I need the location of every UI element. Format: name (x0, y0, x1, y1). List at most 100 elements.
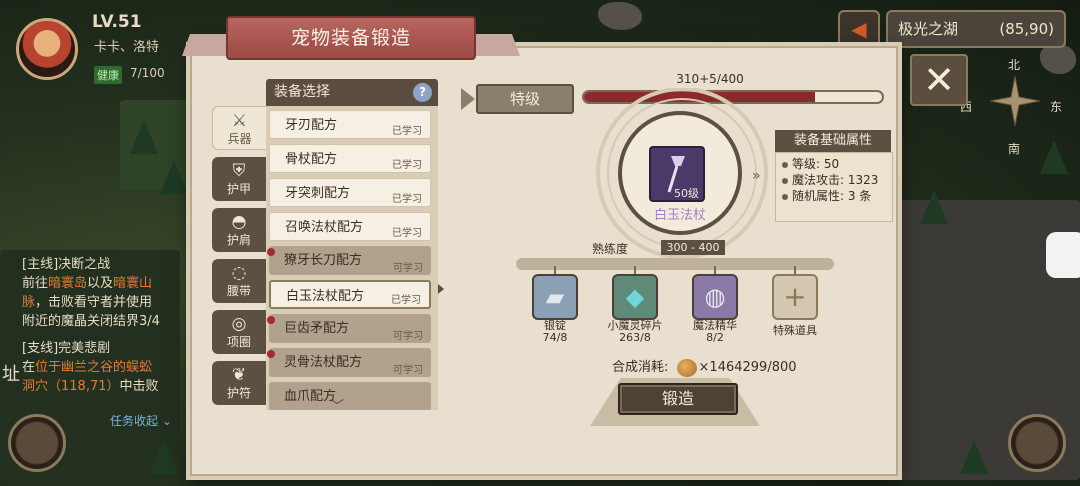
tab-label: 项圈 (226, 335, 251, 349)
equipment-select-title: 装备选择 (274, 84, 330, 100)
side-app-badge[interactable] (1046, 232, 1080, 278)
tab-collar[interactable]: ◎ 项圈 (212, 310, 266, 354)
bullet-icon (782, 161, 788, 168)
material-count: 74/8 (542, 331, 568, 344)
tab-belt[interactable]: ◌ 腰带 (212, 259, 266, 303)
recipe-item[interactable]: 白玉法杖配方 已学习 (269, 280, 431, 309)
location-coordinates: (85,90) (999, 20, 1054, 38)
recipe-status: 已学习 (392, 194, 422, 205)
recipe-item[interactable]: 牙突刺配方已学习 (269, 178, 431, 207)
recipe-status: 已学习 (392, 228, 422, 239)
material-count: 8/2 (706, 331, 724, 344)
player-level: LV.51 (92, 12, 142, 32)
player-avatar[interactable] (16, 18, 78, 80)
list-scroll-down-icon[interactable]: ﹀ (330, 396, 344, 416)
new-indicator-dot (267, 248, 275, 256)
tree (150, 440, 178, 474)
item-name: 白玉法杖 (653, 208, 706, 223)
tree (920, 190, 948, 224)
bullet-icon (782, 193, 788, 200)
recipe-name: 灵骨法杖配方 (284, 355, 363, 370)
recipe-list[interactable]: 牙刃配方 已学习 骨杖配方 已学习 牙突刺配方 已学习 召唤法杖配方 已学习 獠牙长刀配方 可学习… (266, 106, 438, 410)
tab-amulet[interactable]: ❦ 护符 (212, 361, 266, 405)
attribute-row: 等级: 50 (782, 156, 886, 172)
quest-collapse-toggle[interactable]: 任务收起 ⌄ (110, 412, 172, 429)
recipe-item[interactable]: 巨齿矛配方可学习 (267, 314, 431, 343)
tree (960, 440, 988, 474)
attributes-panel: 等级: 50 魔法攻击: 1323 随机属性: 3 条 (775, 152, 893, 222)
chevron-down-icon: ⌄ (161, 414, 172, 428)
recipe-item[interactable]: 獠牙长刀配方可学习 (267, 246, 431, 275)
recipe-name: 骨杖配方 (285, 152, 338, 167)
amulet-icon: ❦ (231, 365, 247, 385)
attribute-text: 魔法攻击: 1323 (792, 173, 879, 187)
silver-ingot-slot[interactable]: ▰ (532, 274, 578, 320)
quest-edge-character: 址 (2, 364, 20, 385)
dialog-title: 宠物装备锻造 (226, 16, 476, 60)
new-indicator-dot (267, 350, 275, 358)
recipe-name: 血爪配方 (284, 389, 337, 404)
compass-rose-icon (990, 76, 1040, 126)
tab-armor[interactable]: ⛨ 护甲 (212, 157, 266, 201)
recipe-status: 已学习 (392, 160, 422, 171)
recipe-item[interactable]: 召唤法杖配方 已学习 (269, 212, 431, 241)
recipe-item[interactable]: 血爪配方 (269, 382, 431, 410)
tree (160, 160, 188, 194)
collar-icon: ◎ (231, 314, 247, 334)
magic-essence-slot[interactable]: ◍ (692, 274, 738, 320)
sword-icon: ⚔ (231, 111, 248, 131)
close-button[interactable]: ✕ (910, 54, 968, 106)
item-level: 50级 (674, 187, 699, 200)
recipe-name: 牙刃配方 (285, 118, 338, 133)
attribute-row: 随机属性: 3 条 (782, 188, 886, 204)
location-name: 极光之湖 (898, 20, 959, 38)
add-slot[interactable]: + (772, 274, 818, 320)
armor-icon: ⛨ (232, 161, 246, 181)
compass: 北 东 西 南 (950, 56, 1070, 166)
tab-label: 护符 (226, 386, 251, 400)
cost-value: ×1464299/800 (698, 360, 797, 375)
compass-south: 南 (1008, 142, 1021, 156)
proficiency-value: 300 - 400 (661, 240, 725, 255)
recipe-status: 可学习 (393, 331, 423, 342)
location-display[interactable]: 极光之湖 (85,90) (886, 10, 1066, 48)
tab-shoulder[interactable]: ◓ 护肩 (212, 208, 266, 252)
crystal-shard-slot[interactable]: ◆ (612, 274, 658, 320)
tab-label: 护肩 (226, 233, 251, 247)
recipe-status: 可学习 (393, 263, 423, 274)
shoulder-icon: ◓ (231, 212, 247, 232)
bullet-icon (782, 177, 788, 184)
recipe-status: 可学习 (393, 365, 423, 376)
dialog-title-ribbon: 宠物装备锻造 (181, 16, 521, 60)
player-status-card[interactable]: LV.51 卡卡、洛特 健康 7/100 (8, 8, 188, 88)
attribute-row: 魔法攻击: 1323 (782, 172, 886, 188)
map-menu-button[interactable] (8, 414, 66, 472)
compass-east: 东 (1050, 100, 1063, 114)
recipe-item[interactable]: 牙刃配方 已学习 (269, 110, 431, 139)
health-value: 7/100 (130, 66, 165, 80)
forge-button[interactable]: 锻造 (618, 383, 738, 415)
attribute-text: 等级: 50 (792, 157, 840, 171)
material-count: 263/8 (619, 331, 651, 344)
tab-sword[interactable]: ⚔ 兵器 (212, 106, 266, 150)
location-back-button[interactable]: ◀ (838, 10, 880, 48)
add-icon: + (783, 280, 807, 313)
health-status-badge: 健康 (94, 66, 122, 84)
player-name: 卡卡、洛特 (94, 40, 160, 55)
attributes-title: 装备基础属性 (775, 130, 891, 152)
home-button[interactable] (1008, 414, 1066, 472)
recipe-name: 牙突刺配方 (285, 186, 351, 201)
proficiency-label: 熟练度 (592, 242, 629, 256)
compass-north: 北 (1008, 58, 1021, 72)
tab-label: 护甲 (226, 182, 251, 196)
tab-label: 腰带 (226, 284, 251, 298)
close-icon: ✕ (923, 58, 955, 102)
help-icon[interactable]: ? (413, 83, 432, 102)
grade-label: 特级 (476, 84, 574, 114)
recipe-item[interactable]: 灵骨法杖配方可学习 (267, 348, 431, 377)
recipe-item[interactable]: 骨杖配方已学习 (269, 144, 431, 173)
magic-essence-icon: ◍ (704, 283, 726, 311)
recipe-name: 巨齿矛配方 (284, 321, 350, 336)
forge-cost: 合成消耗: ×1464299/800 (612, 356, 797, 377)
recipe-name: 獠牙长刀配方 (284, 253, 363, 268)
